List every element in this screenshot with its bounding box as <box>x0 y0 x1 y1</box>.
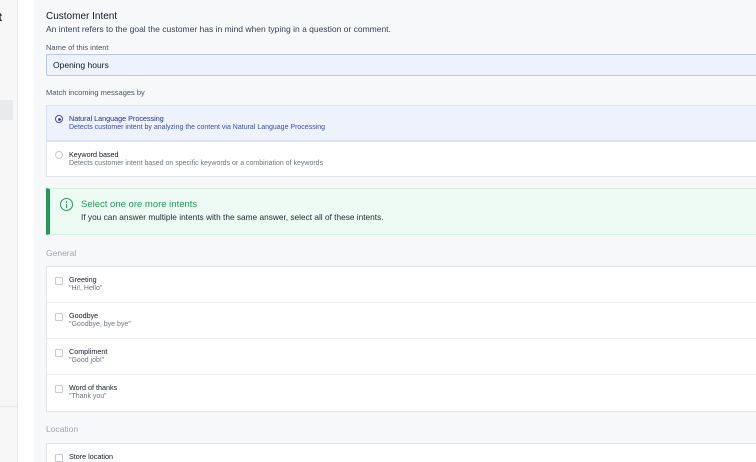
info-banner-title: Select one ore more intents <box>81 199 198 210</box>
intent-item-example: "Thank you" <box>69 393 107 400</box>
checkbox-icon[interactable] <box>55 385 63 393</box>
intent-item-example: "Hi!, Hello" <box>69 285 103 292</box>
option-keyword-description: Detects customer intent based on specifi… <box>69 160 324 167</box>
sidebar-text-fragment: t <box>0 10 2 24</box>
intent-item-title: Greeting <box>69 275 97 284</box>
intent-item-title: Store location <box>69 452 113 461</box>
page-title: Customer Intent <box>46 11 118 22</box>
intent-item-compliment[interactable]: Compliment "Good job!" <box>47 339 756 375</box>
info-icon <box>60 198 73 211</box>
option-keyword-title: Keyword based <box>69 150 119 159</box>
intent-item-goodbye[interactable]: Goodbye "Goodbye, bye bye" <box>47 303 756 339</box>
checkbox-icon[interactable] <box>55 454 63 462</box>
info-banner-text: If you can answer multiple intents with … <box>81 212 384 222</box>
group-label-general: General <box>46 248 77 258</box>
radio-selected-icon[interactable] <box>55 115 63 123</box>
intent-item-title: Word of thanks <box>69 383 118 392</box>
intent-name-label: Name of this intent <box>46 43 109 52</box>
option-nlp-description: Detects customer intent by analyzing the… <box>69 124 326 131</box>
intent-group-location: Store location <box>46 443 756 462</box>
checkbox-icon[interactable] <box>55 349 63 357</box>
checkbox-icon[interactable] <box>55 313 63 321</box>
sidebar: t <box>0 0 18 462</box>
radio-unselected-icon[interactable] <box>55 151 63 159</box>
intent-item-title: Compliment <box>69 347 108 356</box>
intent-item-title: Goodbye <box>69 311 99 320</box>
option-nlp-title: Natural Language Processing <box>69 114 164 123</box>
intent-item-word-of-thanks[interactable]: Word of thanks "Thank you" <box>47 375 756 411</box>
checkbox-icon[interactable] <box>55 277 63 285</box>
sidebar-selected-item[interactable] <box>0 100 13 120</box>
group-label-location: Location <box>46 424 79 434</box>
main-panel: Customer Intent An intent refers to the … <box>34 0 756 462</box>
option-nlp[interactable]: Natural Language Processing Detects cust… <box>46 105 756 141</box>
intent-name-input[interactable] <box>46 54 756 76</box>
intent-item-example: "Good job!" <box>69 357 105 364</box>
page-description: An intent refers to the goal the custome… <box>46 24 391 34</box>
match-by-label: Match incoming messages by <box>46 88 145 97</box>
intent-group-general: Greeting "Hi!, Hello" Goodbye "Goodbye, … <box>46 266 756 412</box>
intent-item-example: "Goodbye, bye bye" <box>69 321 131 328</box>
info-banner: Select one ore more intents If you can a… <box>46 188 756 235</box>
option-keyword[interactable]: Keyword based Detects customer intent ba… <box>46 141 756 177</box>
intent-item-store-location[interactable]: Store location <box>47 444 756 462</box>
sidebar-divider <box>0 406 18 407</box>
intent-item-greeting[interactable]: Greeting "Hi!, Hello" <box>47 267 756 303</box>
